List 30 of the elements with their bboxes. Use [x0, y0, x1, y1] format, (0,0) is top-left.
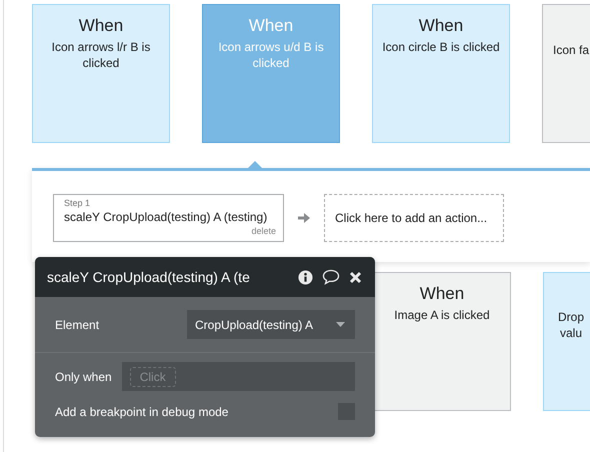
breakpoint-label: Add a breakpoint in debug mode: [55, 404, 228, 418]
caret-icon: [336, 322, 345, 327]
element-dropdown[interactable]: CropUpload(testing) A: [187, 310, 355, 339]
event-description: Icon arrows l/r B is clicked: [50, 39, 152, 71]
event-card[interactable]: When Image A is clicked: [373, 272, 511, 411]
event-description: Icon circle B is clicked: [382, 39, 500, 55]
close-icon[interactable]: [349, 270, 362, 284]
step-label: Step 1: [64, 198, 92, 209]
event-card[interactable]: Icon fa: [542, 4, 590, 143]
step-action: scaleY CropUpload(testing) A (testing): [64, 209, 268, 225]
arrow-icon: [297, 211, 311, 225]
popup-title: scaleY CropUpload(testing) A (te: [47, 269, 251, 285]
add-action-button[interactable]: Click here to add an action...: [324, 194, 504, 242]
event-title: When: [248, 15, 294, 37]
event-card[interactable]: Drop valu: [543, 272, 590, 411]
event-description: Icon arrows u/d B is clicked: [217, 39, 325, 71]
action-step[interactable]: Step 1 scaleY CropUpload(testing) A (testing) delete: [53, 194, 284, 242]
event-description: Icon fa: [553, 42, 590, 58]
comment-icon[interactable]: [322, 269, 340, 285]
event-title: When: [418, 15, 464, 37]
event-card[interactable]: When Icon circle B is clicked: [372, 4, 510, 143]
delete-link[interactable]: delete: [251, 225, 276, 237]
only-when-label: Only when: [55, 370, 112, 384]
event-card[interactable]: When Icon arrows l/r B is clicked: [32, 4, 170, 143]
info-icon[interactable]: [298, 270, 313, 284]
event-title: When: [420, 283, 464, 305]
event-title: When: [78, 15, 124, 37]
element-label: Element: [55, 318, 100, 332]
event-description: Image A is clicked: [394, 307, 490, 323]
event-description: Drop valu: [556, 309, 585, 341]
